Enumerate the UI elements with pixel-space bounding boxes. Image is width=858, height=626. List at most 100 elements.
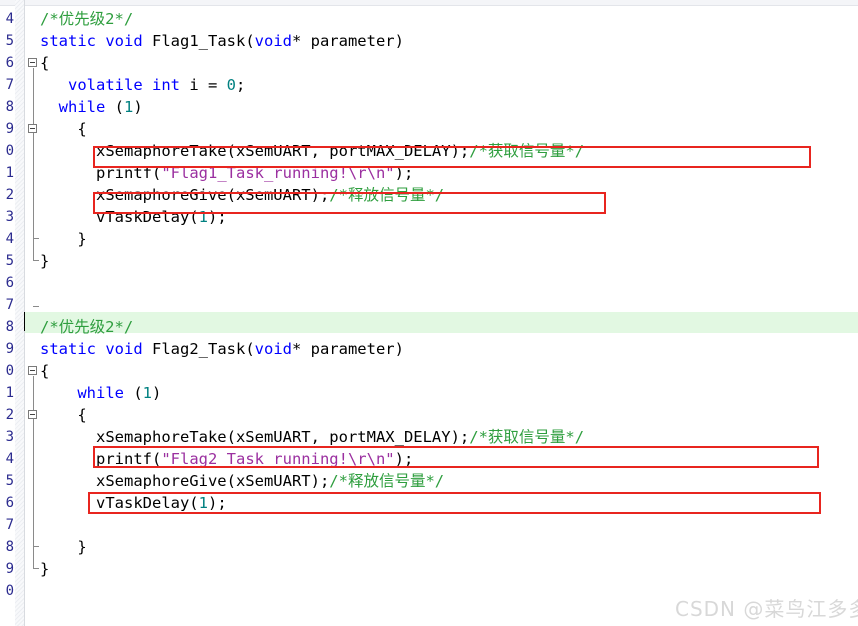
gutter-line-number: 2 [5, 407, 14, 423]
gutter-line-number: 1 [5, 165, 14, 181]
code-line[interactable]: } [40, 228, 87, 250]
code-token-plain: { [40, 406, 87, 424]
code-line[interactable]: while (1) [40, 382, 161, 404]
fold-region-end-marker [33, 546, 39, 547]
code-token-kw: void [105, 340, 143, 358]
editor-top-rule [0, 5, 858, 6]
code-token-kw: void [254, 32, 292, 50]
give-semaphore-box-2 [88, 492, 821, 514]
gutter-line-number: 5 [5, 33, 14, 49]
code-token-cmt: /*释放信号量*/ [329, 472, 445, 490]
code-line[interactable]: { [40, 404, 87, 426]
code-token-plain: Flag1_Task( [142, 32, 255, 50]
code-token-num: 1 [124, 98, 134, 116]
code-line[interactable]: static void Flag1_Task(void* parameter) [40, 30, 404, 52]
gutter-line-number: 9 [5, 121, 14, 137]
fold-toggle-icon[interactable] [28, 410, 37, 419]
gutter-line-number: 2 [5, 187, 14, 203]
gutter-line-number: 6 [5, 275, 14, 291]
code-line[interactable]: while (1) [40, 96, 143, 118]
code-token-kw: static [40, 340, 96, 358]
gutter-line-number: 8 [5, 99, 14, 115]
code-token-cmt: /*获取信号量*/ [469, 428, 585, 446]
code-token-plain: } [40, 230, 87, 248]
gutter-line-number: 0 [5, 363, 14, 379]
take-semaphore-box-1 [93, 146, 811, 168]
code-token-plain: { [40, 120, 87, 138]
code-token-plain: { [40, 362, 50, 380]
code-token-kw: volatile [68, 76, 143, 94]
code-token-plain: ) [152, 384, 162, 402]
gutter-line-number: 4 [5, 11, 14, 27]
code-line[interactable]: static void Flag2_Task(void* parameter) [40, 338, 404, 360]
code-token-plain: Flag2_Task( [142, 340, 255, 358]
fold-connector-line [33, 134, 34, 238]
code-token-plain: * parameter) [291, 32, 404, 50]
fold-region-end-marker [33, 568, 39, 569]
text-caret [24, 312, 25, 331]
code-token-kw: int [152, 76, 180, 94]
code-token-kw: void [254, 340, 292, 358]
gutter-line-number: 0 [5, 143, 14, 159]
gutter-line-number: 3 [5, 209, 14, 225]
current-line-highlight [25, 312, 858, 333]
gutter-line-number: 6 [5, 495, 14, 511]
code-token-plain: } [40, 560, 50, 578]
code-token-plain: ( [124, 384, 143, 402]
csdn-watermark: CSDN @菜鸟江多多 [675, 597, 858, 621]
code-token-plain: * parameter) [291, 340, 404, 358]
code-token-plain: ( [105, 98, 125, 116]
fold-toggle-icon[interactable] [28, 366, 37, 375]
code-line[interactable]: { [40, 118, 87, 140]
gutter-line-number: 7 [5, 517, 14, 533]
code-token-plain: } [40, 538, 87, 556]
gutter-line-number: 8 [5, 539, 14, 555]
code-token-kw: void [105, 32, 143, 50]
code-token-plain: ) [133, 98, 143, 116]
fold-toggle-icon[interactable] [28, 124, 37, 133]
code-token-kw: while [58, 98, 106, 116]
code-line[interactable]: xSemaphoreGive(xSemUART);/*释放信号量*/ [40, 470, 444, 492]
gutter-line-number: 7 [5, 297, 14, 313]
fold-region-end-marker [33, 306, 39, 307]
code-line[interactable]: /*优先级2*/ [40, 8, 133, 30]
code-line[interactable]: /*优先级2*/ [40, 316, 133, 338]
code-line[interactable]: } [40, 250, 49, 272]
code-token-num: 0 [226, 76, 237, 94]
code-line[interactable]: xSemaphoreTake(xSemUART, portMAX_DELAY);… [40, 426, 584, 448]
code-line[interactable]: } [40, 536, 87, 558]
code-line[interactable]: { [40, 52, 49, 74]
code-token-plain: { [40, 54, 50, 72]
code-line[interactable]: } [40, 558, 49, 580]
code-token-cmt: /*优先级2*/ [40, 10, 134, 28]
take-semaphore-box-2 [93, 446, 819, 468]
fold-region-end-marker [33, 260, 39, 261]
gutter-line-number: 4 [5, 231, 14, 247]
fold-connector-line [33, 420, 34, 546]
gutter-line-number: 5 [5, 253, 14, 269]
gutter-line-number: 8 [5, 319, 14, 335]
gutter-line-number: 3 [5, 429, 14, 445]
code-line[interactable]: { [40, 360, 49, 382]
code-line[interactable]: volatile int i = 0; [40, 74, 245, 96]
code-token-plain: } [40, 252, 50, 270]
fold-toggle-icon[interactable] [28, 58, 37, 67]
gutter-line-number: 7 [5, 77, 14, 93]
code-token-num: 1 [142, 384, 153, 402]
code-token-kw: static [40, 32, 96, 50]
code-editor[interactable]: 4 5 6 7 8 9 0 1 2 3 4 5 6 7 8 9 0 1 2 3 4 5 6 7 8 9 0 /*优先级2*/ stat… [0, 0, 858, 626]
code-token-plain: i = [180, 76, 227, 94]
code-token-cmt: /*优先级2*/ [40, 318, 134, 336]
gutter-line-number: 6 [5, 55, 14, 71]
gutter-line-number: 1 [5, 385, 14, 401]
code-token-plain: ; [236, 76, 246, 94]
gutter-line-number: 9 [5, 561, 14, 577]
code-token-kw: while [77, 384, 124, 402]
gutter-line-number: 0 [5, 583, 14, 599]
